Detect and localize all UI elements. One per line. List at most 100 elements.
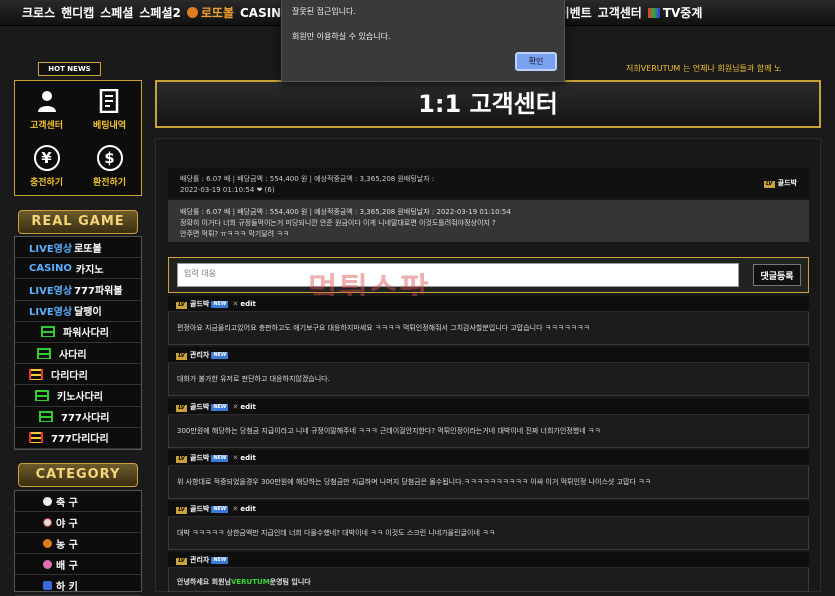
game-lottoball[interactable]: LIVE영상 로또볼 [15, 237, 141, 259]
basketball-icon [43, 538, 52, 548]
edit-link[interactable]: edit [240, 403, 256, 411]
nav-lottoball[interactable]: 로또볼 [186, 4, 234, 21]
nav-special[interactable]: 스페셜 [100, 4, 133, 21]
category-basketball[interactable]: 농 구 [15, 533, 141, 554]
ladder-icon [29, 368, 43, 380]
post-date: 2022-03-19 01:10:54 ❤ (6) [180, 186, 275, 194]
level-icon: LV [763, 181, 775, 188]
comment-user[interactable]: 관리자 [190, 556, 209, 564]
soccer-ball-icon [43, 496, 52, 506]
game-keno-ladder[interactable]: 키노사다리 [15, 385, 141, 407]
lottoball-icon [186, 7, 198, 18]
nav-special2[interactable]: 스페셜2 [139, 4, 180, 21]
new-badge: NEW [211, 352, 229, 359]
level-icon: LV [176, 302, 187, 309]
post-meta: 배당률 : 6.07 배 | 배당금액 : 554,400 원 | 예상적중금액… [180, 175, 435, 183]
new-badge: NEW [211, 506, 229, 513]
level-icon: LV [176, 353, 187, 360]
delete-icon[interactable]: ✕ [232, 300, 238, 308]
real-game-title: REAL GAME [18, 210, 138, 234]
page-title: 1:1 고객센터 [155, 80, 821, 128]
comment-user[interactable]: 관리자 [190, 351, 209, 359]
comment-header: LV 관리자 NEW [168, 347, 809, 363]
new-badge: NEW [211, 557, 229, 564]
ladder-icon [39, 411, 53, 423]
comment-item: LV 골드박 NEW ✕ edit 300만원에 해당하는 당첨금 지급이라고 니네 규… [168, 399, 809, 448]
category-title: CATEGORY [18, 463, 138, 487]
document-icon [97, 88, 123, 114]
reply-box: 댓글등록 [168, 257, 809, 293]
dollar-coin-icon: $ [96, 145, 123, 171]
quick-deposit[interactable]: ¥ 충전하기 [15, 138, 78, 195]
quick-withdraw[interactable]: $ 환전하기 [78, 138, 141, 195]
ladder-icon [35, 389, 49, 401]
dialog-ok-button[interactable]: 확인 [515, 52, 557, 71]
baseball-icon [43, 517, 52, 527]
comment-text: 편정아요 지금올리고있어요 충판하고도 애기보구요 대응하지마세요 ㅋㅋㅋㅋ 먹… [168, 312, 809, 345]
game-power-ladder[interactable]: 파워사다리 [15, 322, 141, 343]
news-ticker: 저희VERUTUM 는 언제나 회원님들과 함께 노 [626, 64, 782, 73]
comment-user[interactable]: 골드박 [190, 403, 209, 411]
post-body: 배당률 : 6.07 배 | 배당금액 : 554,400 원 | 예상적중금액… [168, 200, 809, 242]
level-icon: LV [176, 456, 187, 463]
quick-customer-center[interactable]: 고객센터 [15, 81, 78, 138]
comment-header: LV 골드박 NEW ✕ edit [168, 501, 809, 517]
category-baseball[interactable]: 야 구 [15, 512, 141, 533]
person-icon [34, 88, 60, 114]
comment-user[interactable]: 골드박 [190, 505, 209, 513]
comment-text: 300만원에 해당하는 당첨금 지급이라고 니네 규정이말해주네 ㅋㅋㅋ 근데이… [168, 415, 809, 448]
game-ladder[interactable]: 사다리 [15, 343, 141, 365]
level-icon: LV [176, 405, 187, 412]
category-soccer[interactable]: 축 구 [15, 491, 141, 512]
comment-header: LV 관리자 NEW [168, 552, 809, 568]
game-snail[interactable]: LIVE영상 달팽이 [15, 301, 141, 322]
nav-cross[interactable]: 크로스 [22, 4, 55, 21]
new-badge: NEW [211, 455, 229, 462]
nav-handicap[interactable]: 핸디캡 [61, 4, 94, 21]
reply-submit-button[interactable]: 댓글등록 [753, 264, 801, 286]
alert-dialog: 잘못된 접근입니다. 회원만 이용하실 수 있습니다. 확인 [281, 0, 565, 82]
delete-icon[interactable]: ✕ [232, 403, 238, 411]
category-volleyball[interactable]: 배 구 [15, 554, 141, 575]
nav-customer-center[interactable]: 고객센터 [598, 4, 642, 21]
game-daridari[interactable]: 다리다리 [15, 364, 141, 386]
ladder-icon [29, 432, 43, 444]
new-badge: NEW [211, 301, 229, 308]
comment-user[interactable]: 골드박 [190, 300, 209, 308]
category-list: 축 구 야 구 농 구 배 구 하 키 [14, 490, 142, 596]
edit-link[interactable]: edit [240, 505, 256, 513]
edit-link[interactable]: edit [240, 300, 256, 308]
ladder-icon [41, 326, 55, 338]
hockey-icon [43, 580, 52, 590]
category-hockey[interactable]: 하 키 [15, 575, 141, 596]
volleyball-icon [43, 559, 52, 569]
delete-icon[interactable]: ✕ [232, 505, 238, 513]
yen-coin-icon: ¥ [33, 145, 60, 171]
game-777powerball[interactable]: LIVE영상 777파워볼 [15, 279, 141, 301]
real-game-list: LIVE영상 로또볼 CASINO 카지노 LIVE영상 777파워볼 LIVE영상 달… [14, 236, 142, 450]
comment-header: LV 골드박 NEW ✕ edit [168, 399, 809, 415]
level-icon: LV [176, 507, 187, 514]
level-icon: LV [176, 558, 187, 565]
comment-header: LV 골드박 NEW ✕ edit [168, 450, 809, 466]
hot-news-label: HOT NEWS [38, 62, 101, 76]
comment-item: LV 골드박 NEW ✕ edit 위 사항대로 적중되었을경우 300만원에 해당하는… [168, 450, 809, 499]
reply-input[interactable] [177, 263, 739, 287]
ladder-icon [37, 347, 51, 359]
dialog-message: 회원만 이용하실 수 있습니다. [292, 32, 391, 41]
comment-text: 대화가 불가한 유저로 판단하고 대응하지않겠습니다. [168, 363, 809, 396]
delete-icon[interactable]: ✕ [232, 454, 238, 462]
dialog-title: 잘못된 접근입니다. [292, 7, 356, 16]
post-writer[interactable]: LV 골드박 [763, 178, 797, 189]
comment-item: LV 골드박 NEW ✕ edit 편정아요 지금올리고있어요 충판하고도 애기보구요 … [168, 296, 809, 345]
edit-link[interactable]: edit [240, 454, 256, 462]
comment-user[interactable]: 골드박 [190, 454, 209, 462]
quick-menu: 고객센터 베팅내역 ¥ 충전하기 $ 환전하기 [14, 80, 142, 196]
game-777-ladder[interactable]: 777사다리 [15, 407, 141, 428]
game-777-daridari[interactable]: 777다리다리 [15, 428, 141, 449]
game-casino[interactable]: CASINO 카지노 [15, 258, 141, 280]
quick-bet-history[interactable]: 베팅내역 [78, 81, 141, 138]
post-header: 배당률 : 6.07 배 | 배당금액 : 554,400 원 | 예상적중금액… [168, 168, 809, 198]
nav-tv[interactable]: TV중계 [647, 4, 702, 21]
tv-icon [647, 8, 660, 18]
